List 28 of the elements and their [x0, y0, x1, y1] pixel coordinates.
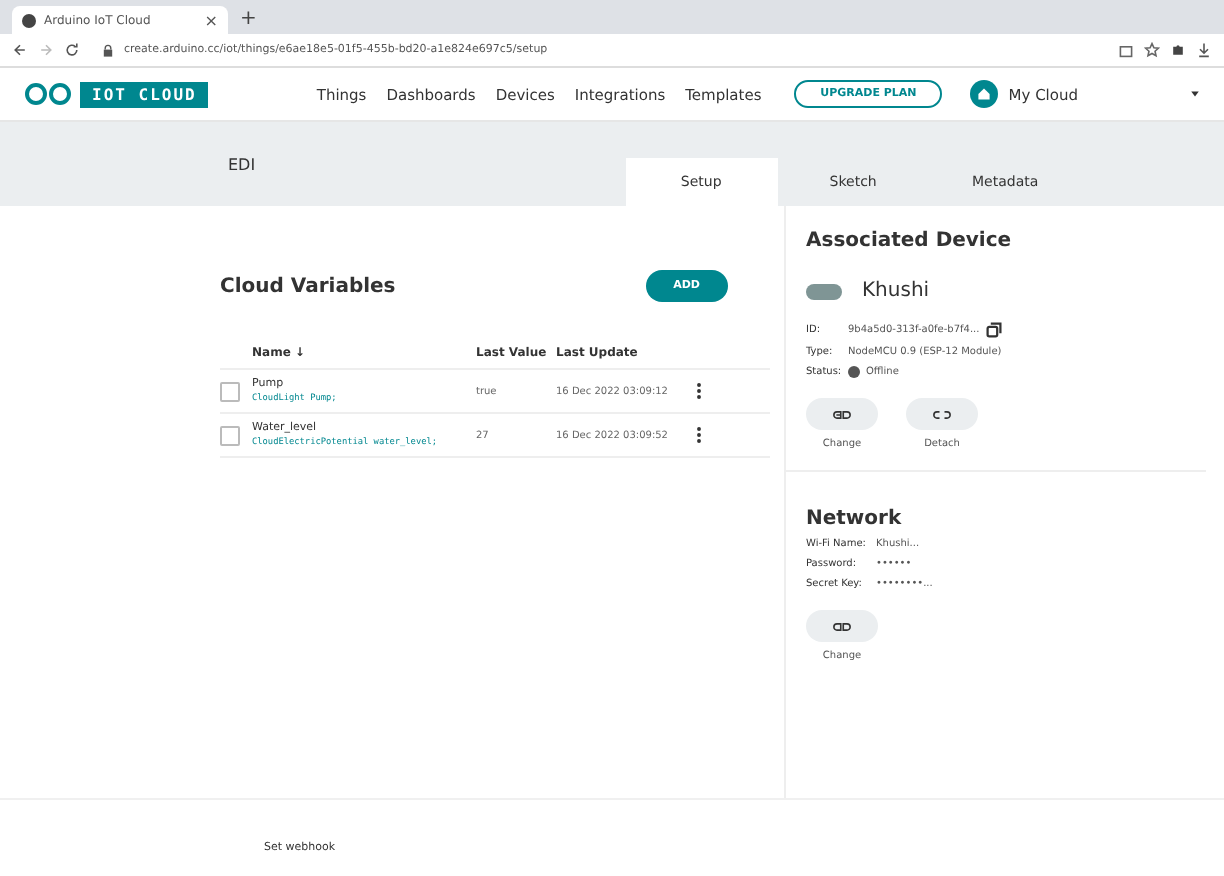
logo-text: IOT CLOUD: [80, 81, 209, 107]
lock-icon: [102, 43, 114, 57]
star-icon[interactable]: [1144, 42, 1160, 58]
new-tab-button[interactable]: +: [240, 6, 257, 34]
home-icon[interactable]: [970, 80, 999, 108]
more-icon[interactable]: [696, 382, 702, 400]
download-icon[interactable]: [1196, 42, 1212, 58]
copy-icon[interactable]: [985, 322, 1002, 338]
checkbox[interactable]: [220, 381, 240, 401]
link-icon: [832, 409, 852, 419]
infinity-logo-icon: [24, 82, 72, 106]
link-icon: [832, 621, 852, 631]
section-title: Cloud Variables: [220, 275, 396, 297]
back-icon[interactable]: [12, 42, 28, 58]
unlink-icon: [932, 409, 952, 419]
action-button[interactable]: [806, 610, 878, 642]
reload-icon[interactable]: [64, 42, 80, 58]
action-button[interactable]: [806, 398, 878, 430]
checkbox[interactable]: [220, 425, 240, 445]
section-title: Network: [806, 508, 904, 530]
close-icon[interactable]: ×: [204, 11, 218, 29]
more-icon[interactable]: [696, 426, 702, 444]
section-title: Associated Device: [806, 230, 1014, 252]
action-button[interactable]: [906, 398, 978, 430]
caret-icon[interactable]: [1190, 90, 1200, 98]
device-icon: [806, 283, 842, 299]
thing-name: EDI: [228, 155, 256, 173]
device-name: Khushi: [862, 280, 930, 302]
